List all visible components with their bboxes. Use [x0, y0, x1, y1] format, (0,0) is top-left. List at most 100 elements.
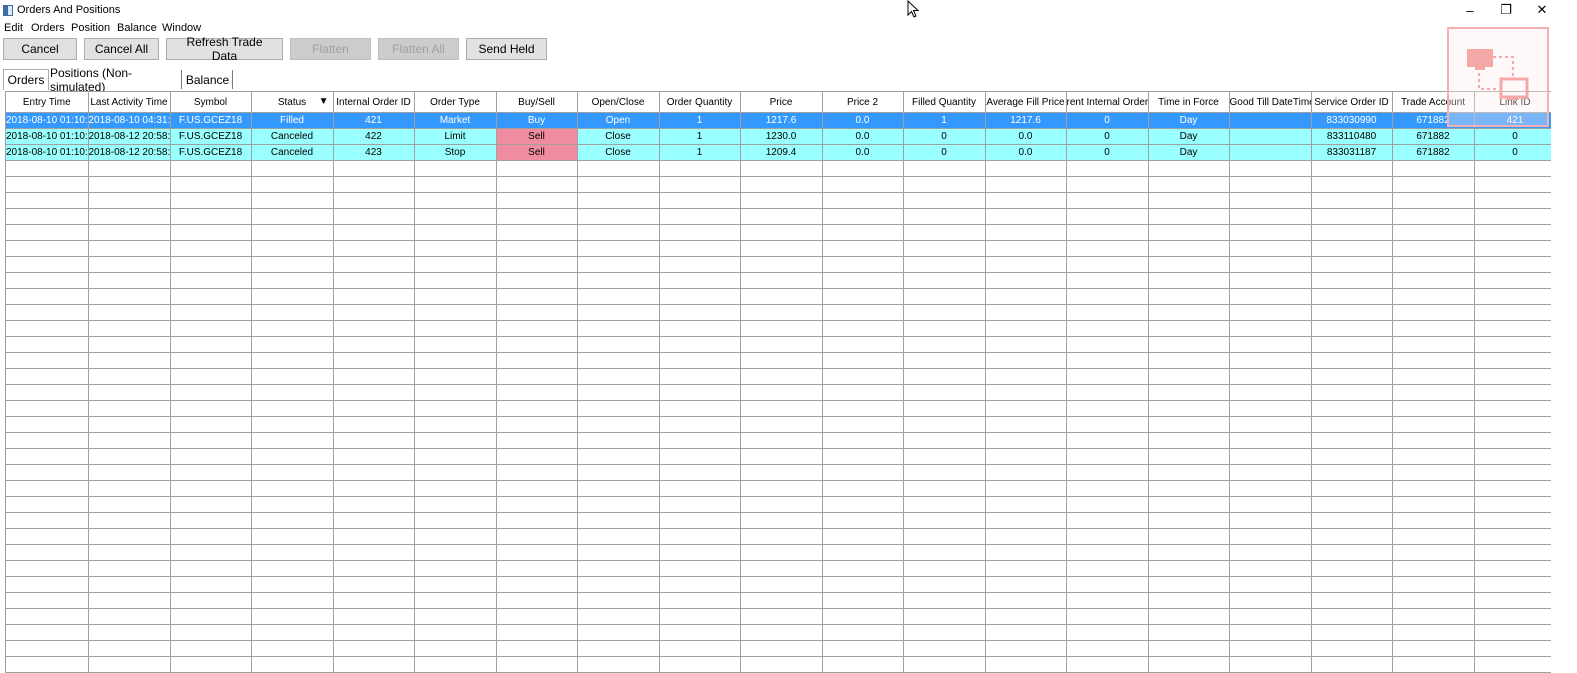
send-held-button[interactable]: Send Held	[466, 38, 547, 60]
empty-cell	[1392, 321, 1474, 337]
tab-balance[interactable]: Balance	[183, 70, 233, 89]
column-header[interactable]: Internal Order ID	[333, 92, 414, 113]
minimize-button[interactable]: –	[1452, 0, 1488, 20]
empty-cell	[414, 641, 496, 657]
menu-balance[interactable]: Balance	[117, 22, 157, 34]
table-row[interactable]: 2018-08-10 01:10:1 2018-08-12 20:58:4 F.…	[6, 145, 1551, 161]
empty-cell	[170, 305, 251, 321]
column-header[interactable]: Entry Time	[6, 92, 88, 113]
empty-cell	[1392, 193, 1474, 209]
empty-cell	[251, 577, 333, 593]
empty-cell	[985, 529, 1066, 545]
column-header[interactable]: Average Fill Price	[985, 92, 1066, 113]
column-header[interactable]: Order Quantity	[659, 92, 740, 113]
empty-cell	[1229, 305, 1311, 321]
empty-cell	[577, 193, 659, 209]
empty-cell	[333, 337, 414, 353]
empty-row	[6, 641, 1551, 657]
empty-cell	[577, 273, 659, 289]
empty-cell	[6, 353, 88, 369]
empty-cell	[1148, 513, 1229, 529]
empty-cell	[1148, 385, 1229, 401]
column-header[interactable]: Time in Force	[1148, 92, 1229, 113]
column-header[interactable]: Price 2	[822, 92, 903, 113]
empty-cell	[414, 577, 496, 593]
empty-cell	[496, 625, 577, 641]
column-header[interactable]: Symbol	[170, 92, 251, 113]
column-header[interactable]: Service Order ID	[1311, 92, 1392, 113]
empty-cell	[1148, 545, 1229, 561]
empty-cell	[251, 369, 333, 385]
empty-cell	[1066, 401, 1148, 417]
refresh-trade-data-button[interactable]: Refresh Trade Data	[166, 38, 283, 60]
orders-grid[interactable]: Entry Time Last Activity Time Symbol Sta…	[5, 91, 1551, 673]
column-header[interactable]: rent Internal Order	[1066, 92, 1148, 113]
empty-cell	[1148, 657, 1229, 673]
flatten-button[interactable]: Flatten	[290, 38, 371, 60]
table-cell: 1	[659, 145, 740, 161]
empty-cell	[414, 225, 496, 241]
empty-cell	[577, 337, 659, 353]
column-header[interactable]: Buy/Sell	[496, 92, 577, 113]
empty-cell	[414, 401, 496, 417]
empty-cell	[496, 193, 577, 209]
empty-cell	[88, 209, 170, 225]
empty-cell	[333, 529, 414, 545]
column-header[interactable]: Price	[740, 92, 822, 113]
cancel-all-button[interactable]: Cancel All	[84, 38, 159, 60]
empty-cell	[985, 641, 1066, 657]
empty-cell	[903, 433, 985, 449]
mouse-cursor-icon	[907, 0, 921, 20]
empty-cell	[1148, 193, 1229, 209]
menu-orders[interactable]: Orders	[31, 22, 65, 34]
column-header[interactable]: Good Till DateTime	[1229, 92, 1311, 113]
empty-cell	[1148, 337, 1229, 353]
table-row[interactable]: 2018-08-10 01:10:1 2018-08-12 20:58:4 F.…	[6, 129, 1551, 145]
empty-cell	[822, 193, 903, 209]
empty-cell	[903, 257, 985, 273]
empty-cell	[740, 241, 822, 257]
empty-cell	[985, 385, 1066, 401]
restore-button[interactable]: ❐	[1488, 0, 1524, 20]
column-header-status[interactable]: Status▼	[251, 92, 333, 113]
empty-cell	[496, 609, 577, 625]
menu-position[interactable]: Position	[71, 22, 110, 34]
empty-cell	[740, 177, 822, 193]
table-cell: 1217.6	[985, 113, 1066, 129]
empty-cell	[903, 513, 985, 529]
empty-cell	[170, 625, 251, 641]
tab-positions[interactable]: Positions (Non-simulated)	[50, 70, 182, 89]
flatten-all-button[interactable]: Flatten All	[378, 38, 459, 60]
empty-cell	[333, 433, 414, 449]
empty-cell	[496, 497, 577, 513]
empty-cell	[496, 449, 577, 465]
table-row[interactable]: 2018-08-10 01:10:1 2018-08-10 04:31:5 F.…	[6, 113, 1551, 129]
cancel-button[interactable]: Cancel	[3, 38, 77, 60]
empty-cell	[1392, 257, 1474, 273]
empty-cell	[985, 321, 1066, 337]
empty-cell	[903, 641, 985, 657]
table-cell: 0.0	[822, 145, 903, 161]
table-cell: 1217.6	[740, 113, 822, 129]
column-header[interactable]: Last Activity Time	[88, 92, 170, 113]
menu-edit[interactable]: Edit	[4, 22, 23, 34]
empty-cell	[1311, 257, 1392, 273]
tab-orders[interactable]: Orders	[3, 69, 49, 90]
empty-cell	[1474, 209, 1551, 225]
column-header[interactable]: Filled Quantity	[903, 92, 985, 113]
column-header[interactable]: Open/Close	[577, 92, 659, 113]
empty-cell	[414, 353, 496, 369]
table-cell: Day	[1148, 113, 1229, 129]
empty-cell	[985, 593, 1066, 609]
empty-cell	[985, 497, 1066, 513]
close-button[interactable]: ✕	[1524, 0, 1560, 20]
sort-desc-icon: ▼	[319, 96, 329, 107]
empty-cell	[1066, 385, 1148, 401]
menu-window[interactable]: Window	[162, 22, 201, 34]
empty-cell	[577, 305, 659, 321]
empty-cell	[1148, 449, 1229, 465]
header-row: Entry Time Last Activity Time Symbol Sta…	[6, 92, 1551, 113]
column-header[interactable]: Order Type	[414, 92, 496, 113]
empty-cell	[822, 385, 903, 401]
empty-cell	[1311, 385, 1392, 401]
